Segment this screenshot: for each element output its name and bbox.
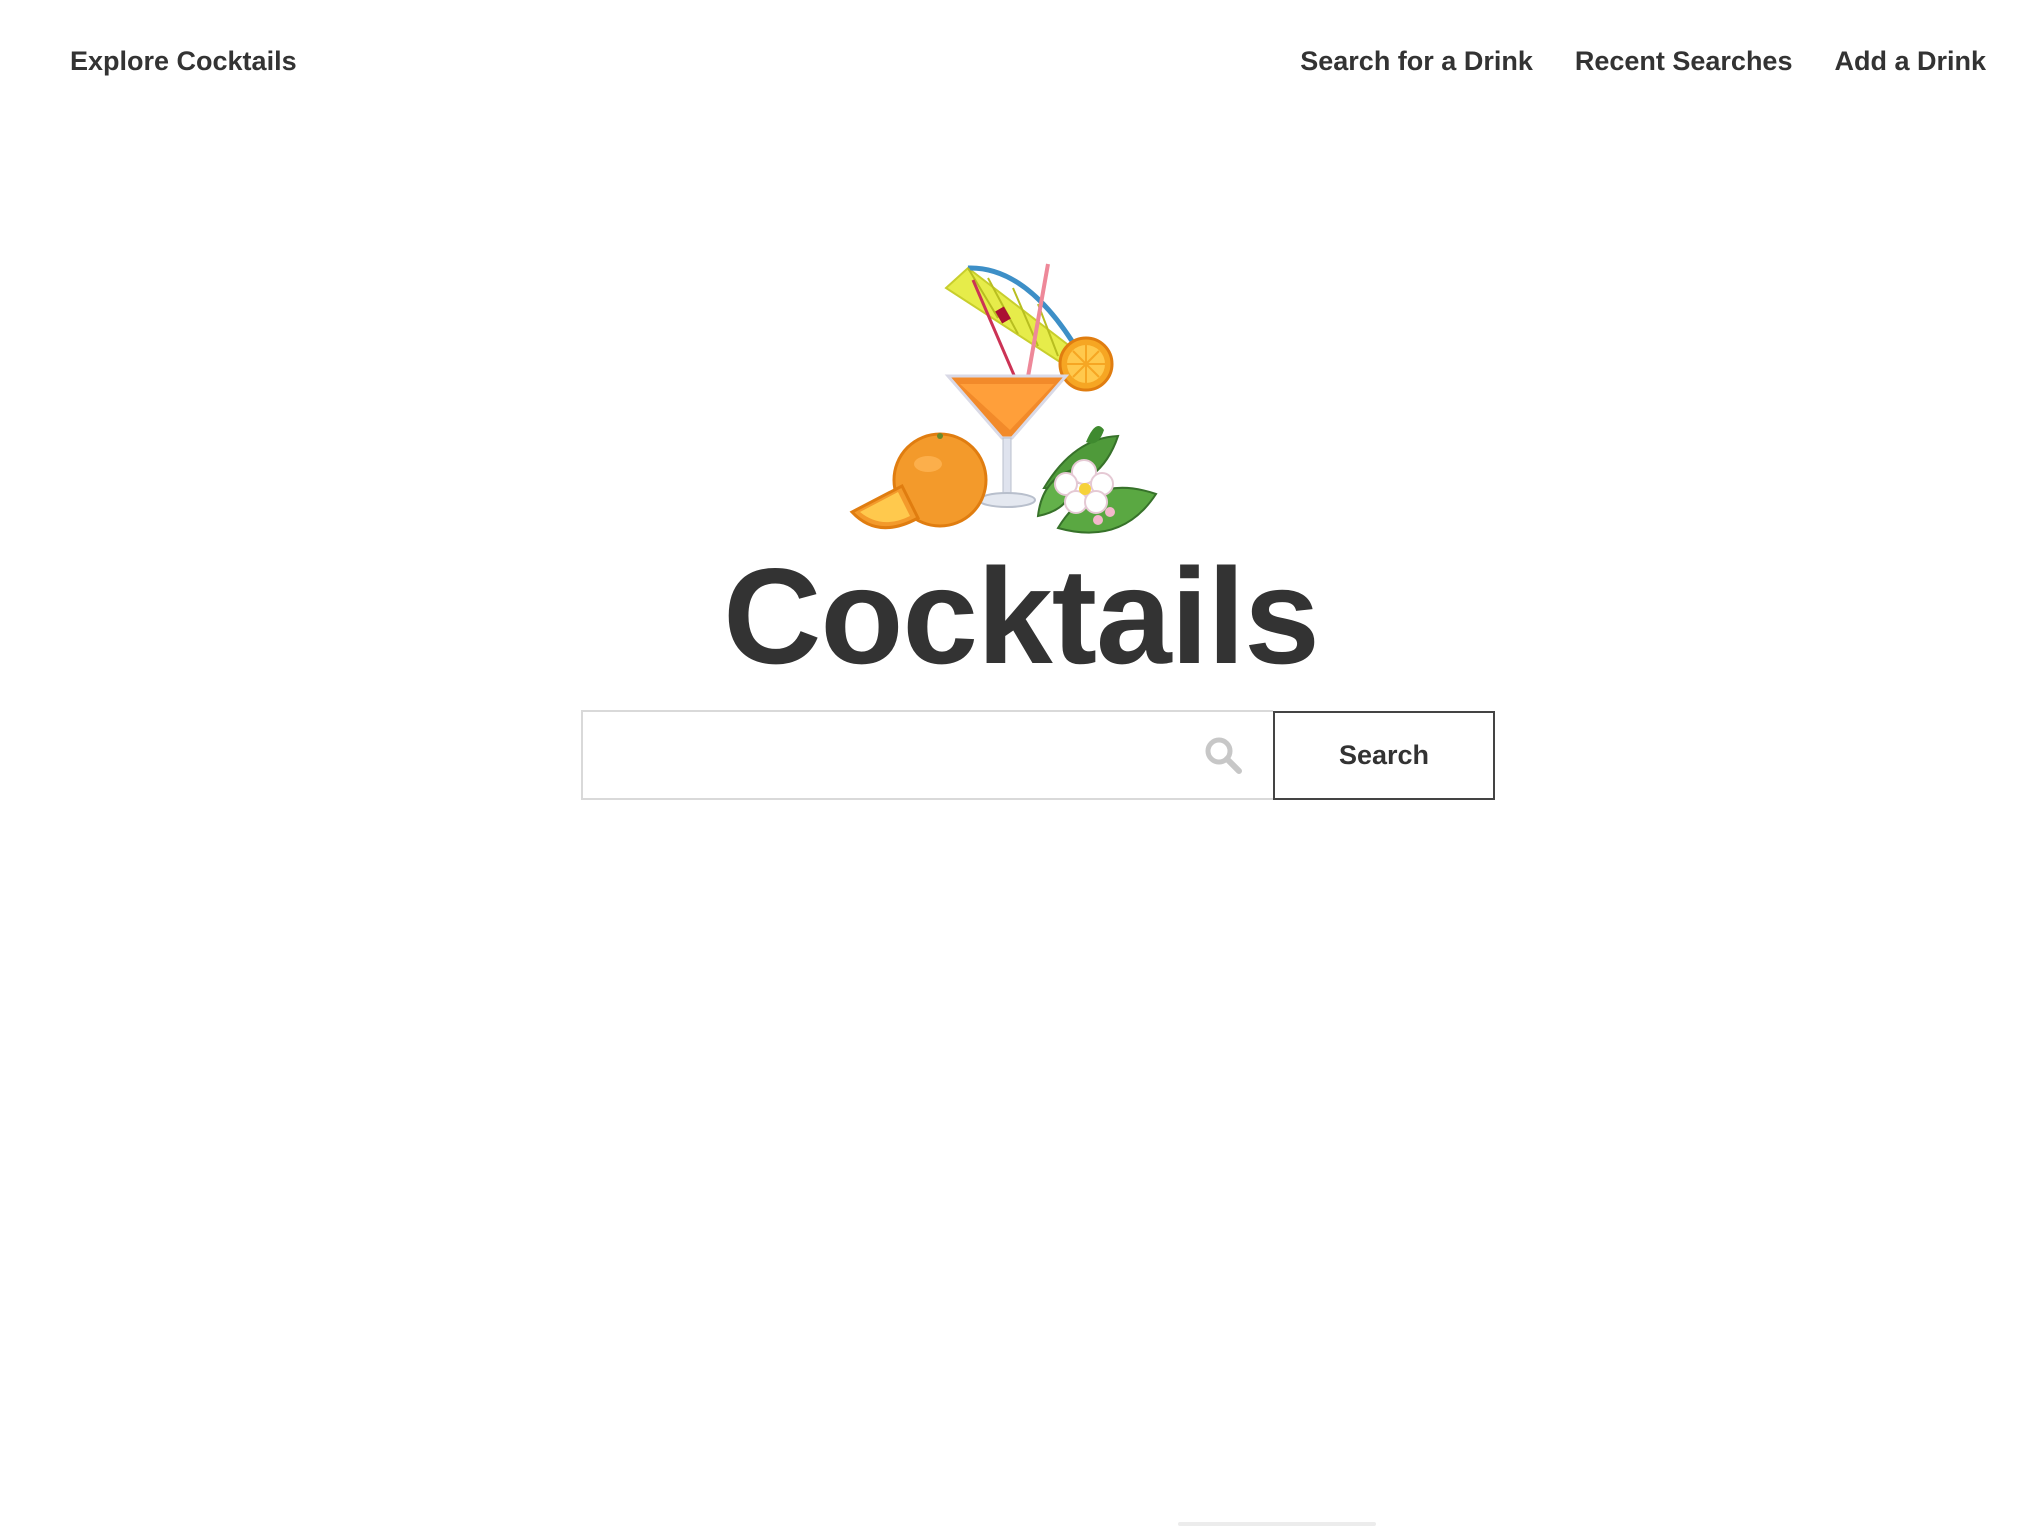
orange-slice-icon — [1058, 336, 1114, 392]
search-button[interactable]: Search — [1273, 711, 1495, 800]
nav-add-a-drink[interactable]: Add a Drink — [1834, 46, 1986, 77]
cocktail-illustration — [849, 263, 1158, 534]
search-input[interactable] — [583, 712, 1201, 798]
nav-search-for-a-drink[interactable]: Search for a Drink — [1300, 46, 1533, 77]
bottom-divider — [1178, 1522, 1376, 1526]
page-title: Cocktails — [723, 540, 1320, 692]
main-nav: Search for a Drink Recent Searches Add a… — [1300, 46, 1986, 77]
orange-blossom-icon — [1036, 426, 1158, 534]
search-icon — [1201, 733, 1245, 777]
brand-link[interactable]: Explore Cocktails — [70, 46, 297, 77]
search-box — [581, 710, 1273, 800]
page: Explore Cocktails Search for a Drink Rec… — [0, 0, 2042, 1526]
nav-recent-searches[interactable]: Recent Searches — [1575, 46, 1793, 77]
